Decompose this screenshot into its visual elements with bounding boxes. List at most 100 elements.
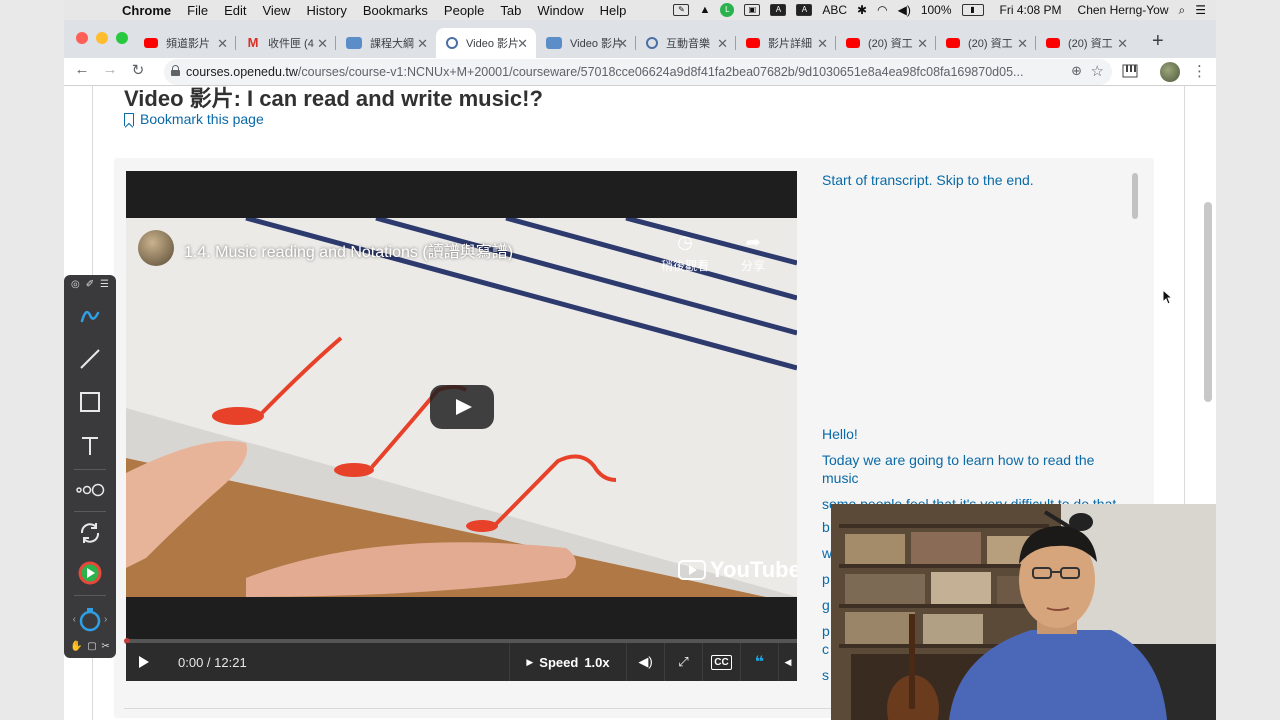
captions-button[interactable]: CC: [703, 643, 741, 681]
transcript-line[interactable]: Hello!: [822, 425, 1122, 443]
transcript-line[interactable]: Today we are going to learn how to read …: [822, 451, 1102, 487]
transcript-scroll-thumb[interactable]: [1132, 173, 1138, 219]
lock-icon[interactable]: [171, 65, 180, 76]
tab-5[interactable]: Video 影片 ✕: [536, 28, 636, 58]
notification-center-icon[interactable]: ☰: [1195, 3, 1206, 17]
chevron-left-icon[interactable]: ‹: [73, 614, 76, 625]
video-player[interactable]: 1.4. Music reading and Notations (讀譜與寫譜)…: [124, 171, 797, 681]
menu-window[interactable]: Window: [537, 3, 583, 18]
menu-edit[interactable]: Edit: [224, 3, 246, 18]
pen-tool-status-icon[interactable]: ✎: [673, 4, 690, 16]
spotlight-search-icon[interactable]: ⌕: [1179, 3, 1186, 18]
airplay-status-icon[interactable]: ▲: [699, 4, 710, 16]
menu-icon[interactable]: ☰: [100, 279, 109, 293]
screen-record-status-icon[interactable]: ▣: [744, 4, 761, 16]
forward-icon[interactable]: →: [100, 61, 120, 78]
battery-icon[interactable]: ▮: [961, 4, 984, 16]
refresh-tool[interactable]: [64, 517, 116, 549]
rectangle-tool[interactable]: [64, 386, 116, 418]
address-url[interactable]: courses.openedu.tw/courses/course-v1:NCN…: [186, 65, 1046, 79]
chrome-menu-icon[interactable]: ⋮: [1192, 62, 1207, 80]
input-source-status-icon[interactable]: A: [796, 4, 813, 16]
volume-status-icon[interactable]: ◀): [898, 3, 911, 17]
clock[interactable]: Fri 4:08 PM: [1000, 3, 1062, 17]
transcript-toggle-button[interactable]: ❝: [741, 643, 779, 681]
bluetooth-status-icon[interactable]: ✱: [857, 3, 867, 17]
close-tab-icon[interactable]: ✕: [417, 36, 428, 52]
user-name[interactable]: Chen Herng-Yow: [1078, 3, 1169, 17]
channel-avatar[interactable]: [138, 230, 174, 266]
tab-4-active[interactable]: Video 影片 ✕: [436, 28, 536, 58]
speed-button[interactable]: ▶ Speed 1.0x: [509, 643, 627, 681]
collapse-button[interactable]: ◀: [779, 643, 797, 681]
large-play-button[interactable]: [430, 385, 494, 429]
close-tab-icon[interactable]: ✕: [917, 36, 928, 52]
profile-avatar[interactable]: [1160, 62, 1180, 82]
piano-extension-icon[interactable]: [1122, 63, 1138, 79]
close-tab-icon[interactable]: ✕: [1117, 36, 1128, 52]
fullscreen-button[interactable]: ⤢: [665, 643, 703, 681]
video-frame[interactable]: 1.4. Music reading and Notations (讀譜與寫譜)…: [126, 218, 797, 597]
battery-percent[interactable]: 100%: [921, 3, 952, 17]
video-title[interactable]: 1.4. Music reading and Notations (讀譜與寫譜): [184, 238, 513, 262]
share-label: 分享: [740, 259, 765, 273]
rectangle-icon: [80, 392, 100, 412]
line-tool[interactable]: [64, 343, 116, 375]
menu-view[interactable]: View: [262, 3, 290, 18]
tab-7[interactable]: 影片詳細 ✕: [736, 28, 836, 58]
share-button[interactable]: ➦ 分享: [728, 232, 778, 274]
timer-tool[interactable]: ‹ ›: [64, 603, 116, 635]
close-tab-icon[interactable]: ✕: [517, 36, 528, 52]
menu-app-name[interactable]: Chrome: [122, 3, 171, 18]
close-tab-icon[interactable]: ✕: [217, 36, 228, 52]
maximize-window-button[interactable]: [116, 32, 128, 44]
menu-help[interactable]: Help: [600, 3, 627, 18]
new-tab-button[interactable]: +: [1152, 30, 1164, 53]
close-tab-icon[interactable]: ✕: [817, 36, 828, 52]
target-icon[interactable]: ◎: [71, 279, 80, 293]
text-tool[interactable]: [64, 430, 116, 462]
menu-history[interactable]: History: [306, 3, 346, 18]
tab-10[interactable]: (20) 資工 ✕: [1036, 28, 1136, 58]
tab-8[interactable]: (20) 資工 ✕: [836, 28, 936, 58]
bookmark-star-icon[interactable]: ☆: [1091, 62, 1104, 80]
tab-2[interactable]: M 收件匣 (4 ✕: [236, 28, 336, 58]
input-source-label[interactable]: ABC: [822, 3, 847, 17]
watch-later-button[interactable]: ◷ 稍後觀看: [660, 232, 710, 274]
volume-button[interactable]: ◀): [627, 643, 665, 681]
play-button[interactable]: [126, 643, 162, 681]
zoom-icon[interactable]: ⊕: [1071, 63, 1082, 79]
tab-9[interactable]: (20) 資工 ✕: [936, 28, 1036, 58]
color-picker-tool[interactable]: [64, 557, 116, 589]
close-tab-icon[interactable]: ✕: [317, 36, 328, 52]
spotlight-tool[interactable]: [64, 474, 116, 506]
hand-icon[interactable]: ✋: [70, 641, 82, 655]
tab-3[interactable]: 課程大綱 ✕: [336, 28, 436, 58]
back-icon[interactable]: ←: [72, 61, 92, 78]
font-status-icon[interactable]: A: [770, 4, 787, 16]
line-app-status-icon[interactable]: L: [720, 3, 735, 17]
minimize-window-button[interactable]: [96, 32, 108, 44]
transcript-skip-link[interactable]: Start of transcript. Skip to the end.: [822, 171, 1034, 189]
close-tab-icon[interactable]: ✕: [617, 36, 628, 52]
wifi-status-icon[interactable]: ◠: [877, 3, 887, 17]
menu-tab[interactable]: Tab: [500, 3, 521, 18]
bookmark-this-page-link[interactable]: Bookmark this page: [124, 111, 264, 127]
webcam-feed: [831, 504, 1216, 720]
menu-people[interactable]: People: [444, 3, 484, 18]
youtube-logo[interactable]: YouTube: [678, 557, 797, 583]
close-window-button[interactable]: [76, 32, 88, 44]
page-scrollbar[interactable]: [1204, 202, 1212, 402]
close-tab-icon[interactable]: ✕: [717, 36, 728, 52]
tab-1[interactable]: 頻道影片 ✕: [134, 28, 236, 58]
reload-icon[interactable]: ↻: [128, 61, 148, 79]
close-tab-icon[interactable]: ✕: [1017, 36, 1028, 52]
menu-bookmarks[interactable]: Bookmarks: [363, 3, 428, 18]
tab-6[interactable]: 互動音樂 ✕: [636, 28, 736, 58]
menu-file[interactable]: File: [187, 3, 208, 18]
crop-icon[interactable]: ▢: [87, 641, 96, 655]
tag-icon[interactable]: ✐: [86, 279, 94, 293]
scissors-icon[interactable]: ✂: [101, 641, 109, 655]
freehand-pen-tool[interactable]: [64, 301, 116, 333]
chevron-right-icon[interactable]: ›: [104, 614, 107, 625]
